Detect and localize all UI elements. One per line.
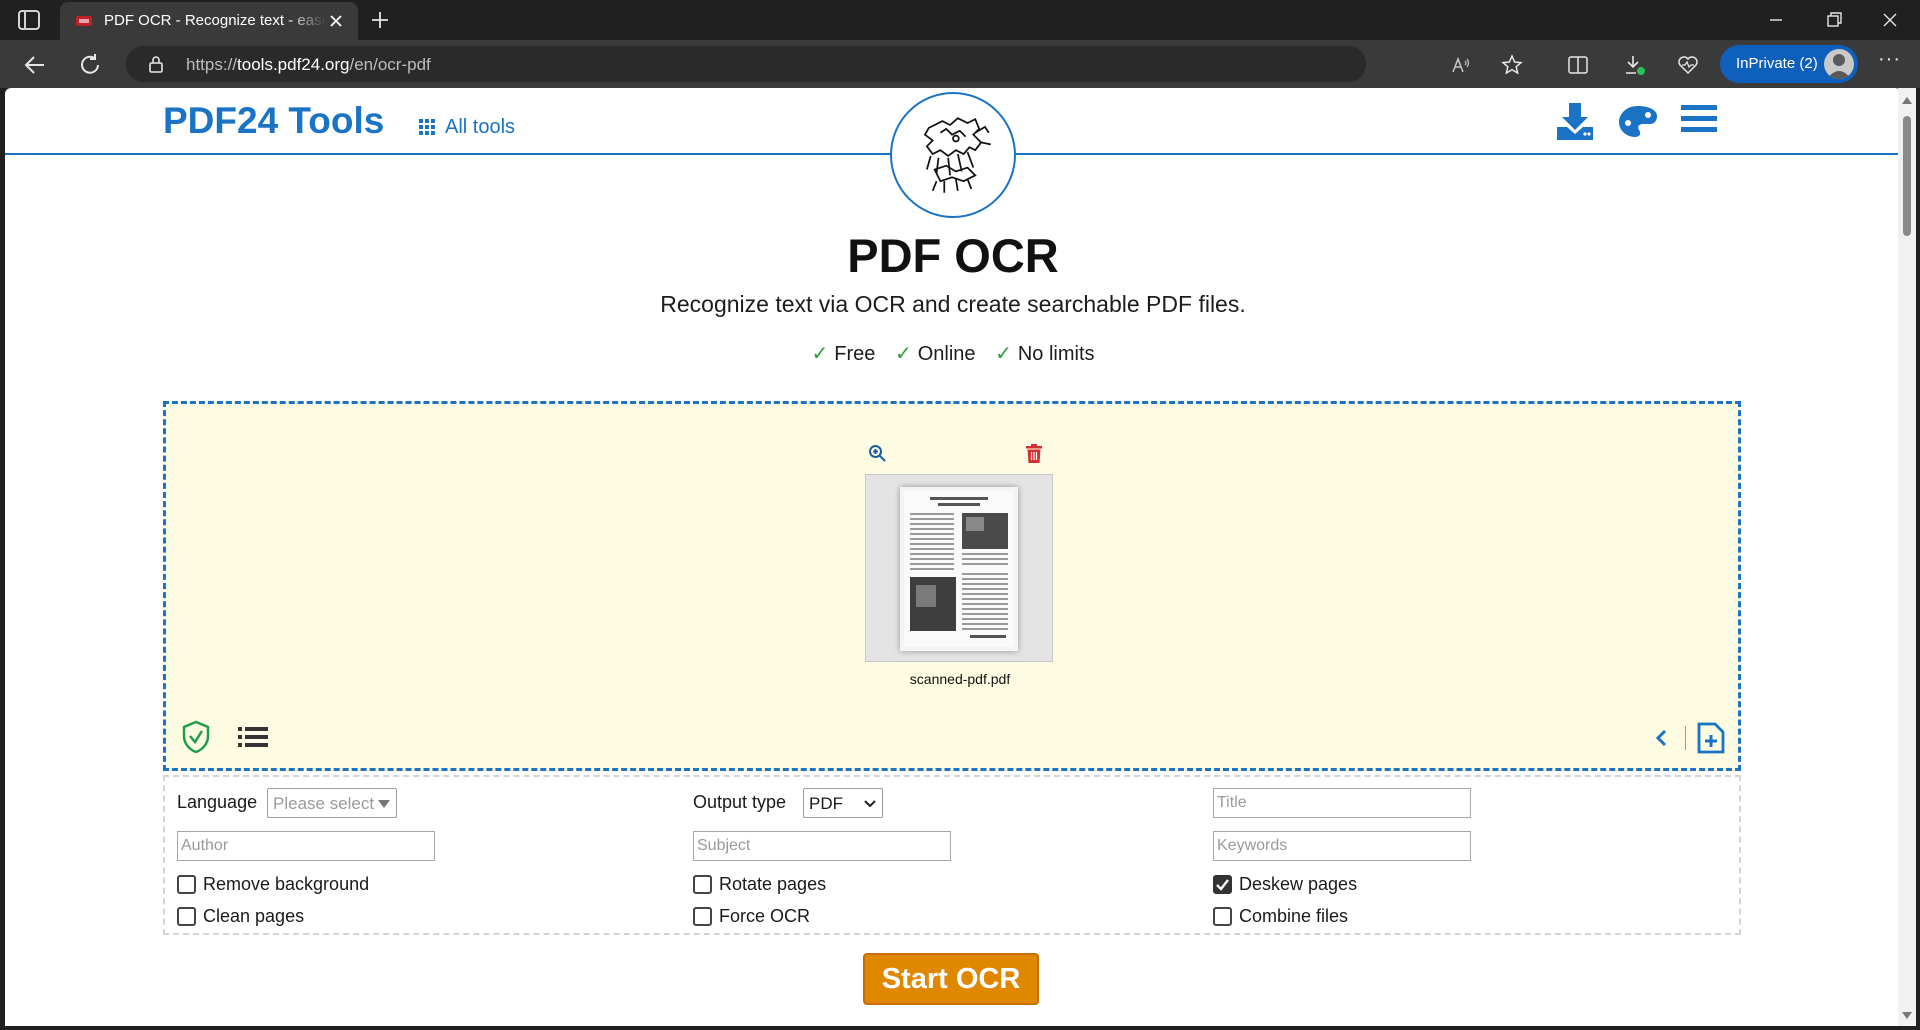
tab-actions-icon[interactable] (18, 10, 40, 30)
rotate-pages-checkbox[interactable] (693, 875, 712, 894)
language-label: Language (177, 792, 258, 812)
page-scrollbar[interactable] (1898, 88, 1916, 1026)
avatar (1824, 49, 1854, 79)
page-subtitle: Recognize text via OCR and create search… (660, 291, 1246, 317)
add-file-icon[interactable] (1696, 722, 1726, 754)
restore-icon[interactable] (1822, 8, 1846, 32)
remove-background-checkbox[interactable] (177, 875, 196, 894)
split-screen-icon[interactable] (1566, 53, 1590, 77)
clean-pages-checkbox[interactable] (177, 907, 196, 926)
author-placeholder: Author (181, 837, 229, 854)
checkmark-icon: ✓ (894, 343, 912, 365)
start-ocr-button[interactable]: Start OCR (863, 953, 1039, 1005)
back-arrow-icon[interactable] (22, 52, 48, 78)
feature-online: ✓ Online (895, 341, 976, 366)
shield-check-icon[interactable] (181, 720, 211, 754)
feature-no-limits: ✓ No limits (995, 341, 1094, 366)
feature-label: Online (917, 343, 976, 365)
url-path: /en/ocr-pdf (349, 55, 431, 74)
author-field[interactable]: Author (177, 831, 435, 861)
browser-tab-bar: PDF OCR - Recognize text - easily online (0, 0, 1920, 40)
toolbar-separator (1685, 726, 1686, 750)
download-icon[interactable] (1555, 101, 1595, 141)
combine-files-label[interactable]: Combine files (1239, 906, 1348, 927)
trash-icon[interactable] (1026, 444, 1042, 463)
keywords-placeholder: Keywords (1217, 837, 1288, 854)
force-ocr-checkbox[interactable] (693, 907, 712, 926)
read-aloud-icon[interactable] (1451, 55, 1471, 75)
output-type-value: PDF (809, 794, 843, 813)
list-icon[interactable] (238, 726, 268, 748)
checkmark-icon: ✓ (811, 343, 829, 365)
scroll-up-icon[interactable] (1902, 96, 1912, 104)
title-field[interactable]: Title (1213, 788, 1471, 818)
url-text[interactable]: https://tools.pdf24.org/en/ocr-pdf (186, 55, 431, 75)
settings-more-icon[interactable]: ··· (1878, 49, 1902, 76)
caret-down-icon (378, 800, 390, 808)
url-prefix: https:// (186, 55, 238, 74)
lock-icon[interactable] (148, 55, 164, 73)
inprivate-profile-button[interactable]: InPrivate (2) (1720, 45, 1858, 83)
user-avatar-icon (1827, 54, 1851, 79)
palette-icon[interactable] (1617, 101, 1659, 141)
close-tab-icon[interactable] (328, 13, 344, 29)
favorite-star-icon[interactable] (1500, 53, 1524, 77)
address-bar[interactable]: https://tools.pdf24.org/en/ocr-pdf (126, 46, 1470, 82)
browser-tab-active[interactable]: PDF OCR - Recognize text - easily online (60, 2, 358, 40)
checkmark-icon: ✓ (995, 343, 1012, 365)
tab-title: PDF OCR - Recognize text - easily online (104, 12, 326, 29)
grid-icon (419, 119, 435, 135)
new-tab-icon[interactable] (368, 8, 392, 32)
file-thumbnail[interactable] (865, 474, 1053, 662)
pdf24-favicon-icon (76, 16, 92, 26)
minimize-icon[interactable] (1764, 8, 1788, 32)
all-tools-label: All tools (445, 116, 516, 138)
document-preview (900, 487, 1018, 651)
robot-mascot-icon (923, 117, 991, 193)
remove-background-label[interactable]: Remove background (203, 874, 369, 895)
page-viewport: PDF24 Tools All tools PDF OCR Recognize … (5, 88, 1901, 1026)
deskew-pages-label[interactable]: Deskew pages (1239, 874, 1357, 895)
close-window-icon[interactable] (1878, 8, 1902, 32)
site-logo[interactable]: PDF24 Tools (163, 100, 384, 142)
file-drop-zone[interactable]: scanned-pdf.pdf (163, 401, 1741, 771)
subject-field[interactable]: Subject (693, 831, 951, 861)
force-ocr-label[interactable]: Force OCR (719, 906, 810, 927)
url-host: tools.pdf24.org (237, 55, 350, 74)
chevron-down-icon (864, 800, 876, 808)
scroll-down-icon[interactable] (1902, 1012, 1912, 1020)
checkmark-icon (1216, 879, 1229, 891)
file-name: scanned-pdf.pdf (909, 671, 1011, 687)
scrollbar-thumb[interactable] (1903, 116, 1911, 236)
subject-placeholder: Subject (697, 837, 751, 854)
clean-pages-label[interactable]: Clean pages (203, 906, 304, 927)
refresh-icon[interactable] (77, 52, 103, 78)
hamburger-menu-icon[interactable] (1681, 101, 1717, 137)
feature-label: Free (834, 343, 876, 365)
chevron-left-icon[interactable] (1654, 728, 1668, 748)
feature-list: ✓ Free ✓ Online ✓ No limits (5, 341, 1901, 366)
downloads-icon[interactable] (1622, 53, 1646, 77)
output-type-select[interactable]: PDF (803, 788, 883, 818)
page-title: PDF OCR (847, 229, 1059, 282)
language-value: Please select (273, 794, 375, 813)
document-page-icon (904, 491, 1014, 647)
deskew-pages-checkbox[interactable] (1213, 875, 1232, 894)
inprivate-label: InPrivate (2) (1736, 55, 1818, 72)
keywords-field[interactable]: Keywords (1213, 831, 1471, 861)
browser-essentials-icon[interactable] (1676, 53, 1700, 77)
ocr-options-panel: Language Please select Output type PDF T… (163, 775, 1741, 935)
mascot-logo (890, 92, 1016, 218)
language-select[interactable]: Please select (267, 788, 397, 818)
title-placeholder: Title (1217, 794, 1247, 811)
output-type-label: Output type (693, 792, 787, 812)
zoom-in-icon[interactable] (868, 444, 886, 462)
feature-label: No limits (1017, 343, 1095, 365)
browser-toolbar: https://tools.pdf24.org/en/ocr-pdf InPri… (0, 40, 1920, 88)
feature-free: ✓ Free (811, 341, 875, 366)
rotate-pages-label[interactable]: Rotate pages (719, 874, 826, 895)
combine-files-checkbox[interactable] (1213, 907, 1232, 926)
